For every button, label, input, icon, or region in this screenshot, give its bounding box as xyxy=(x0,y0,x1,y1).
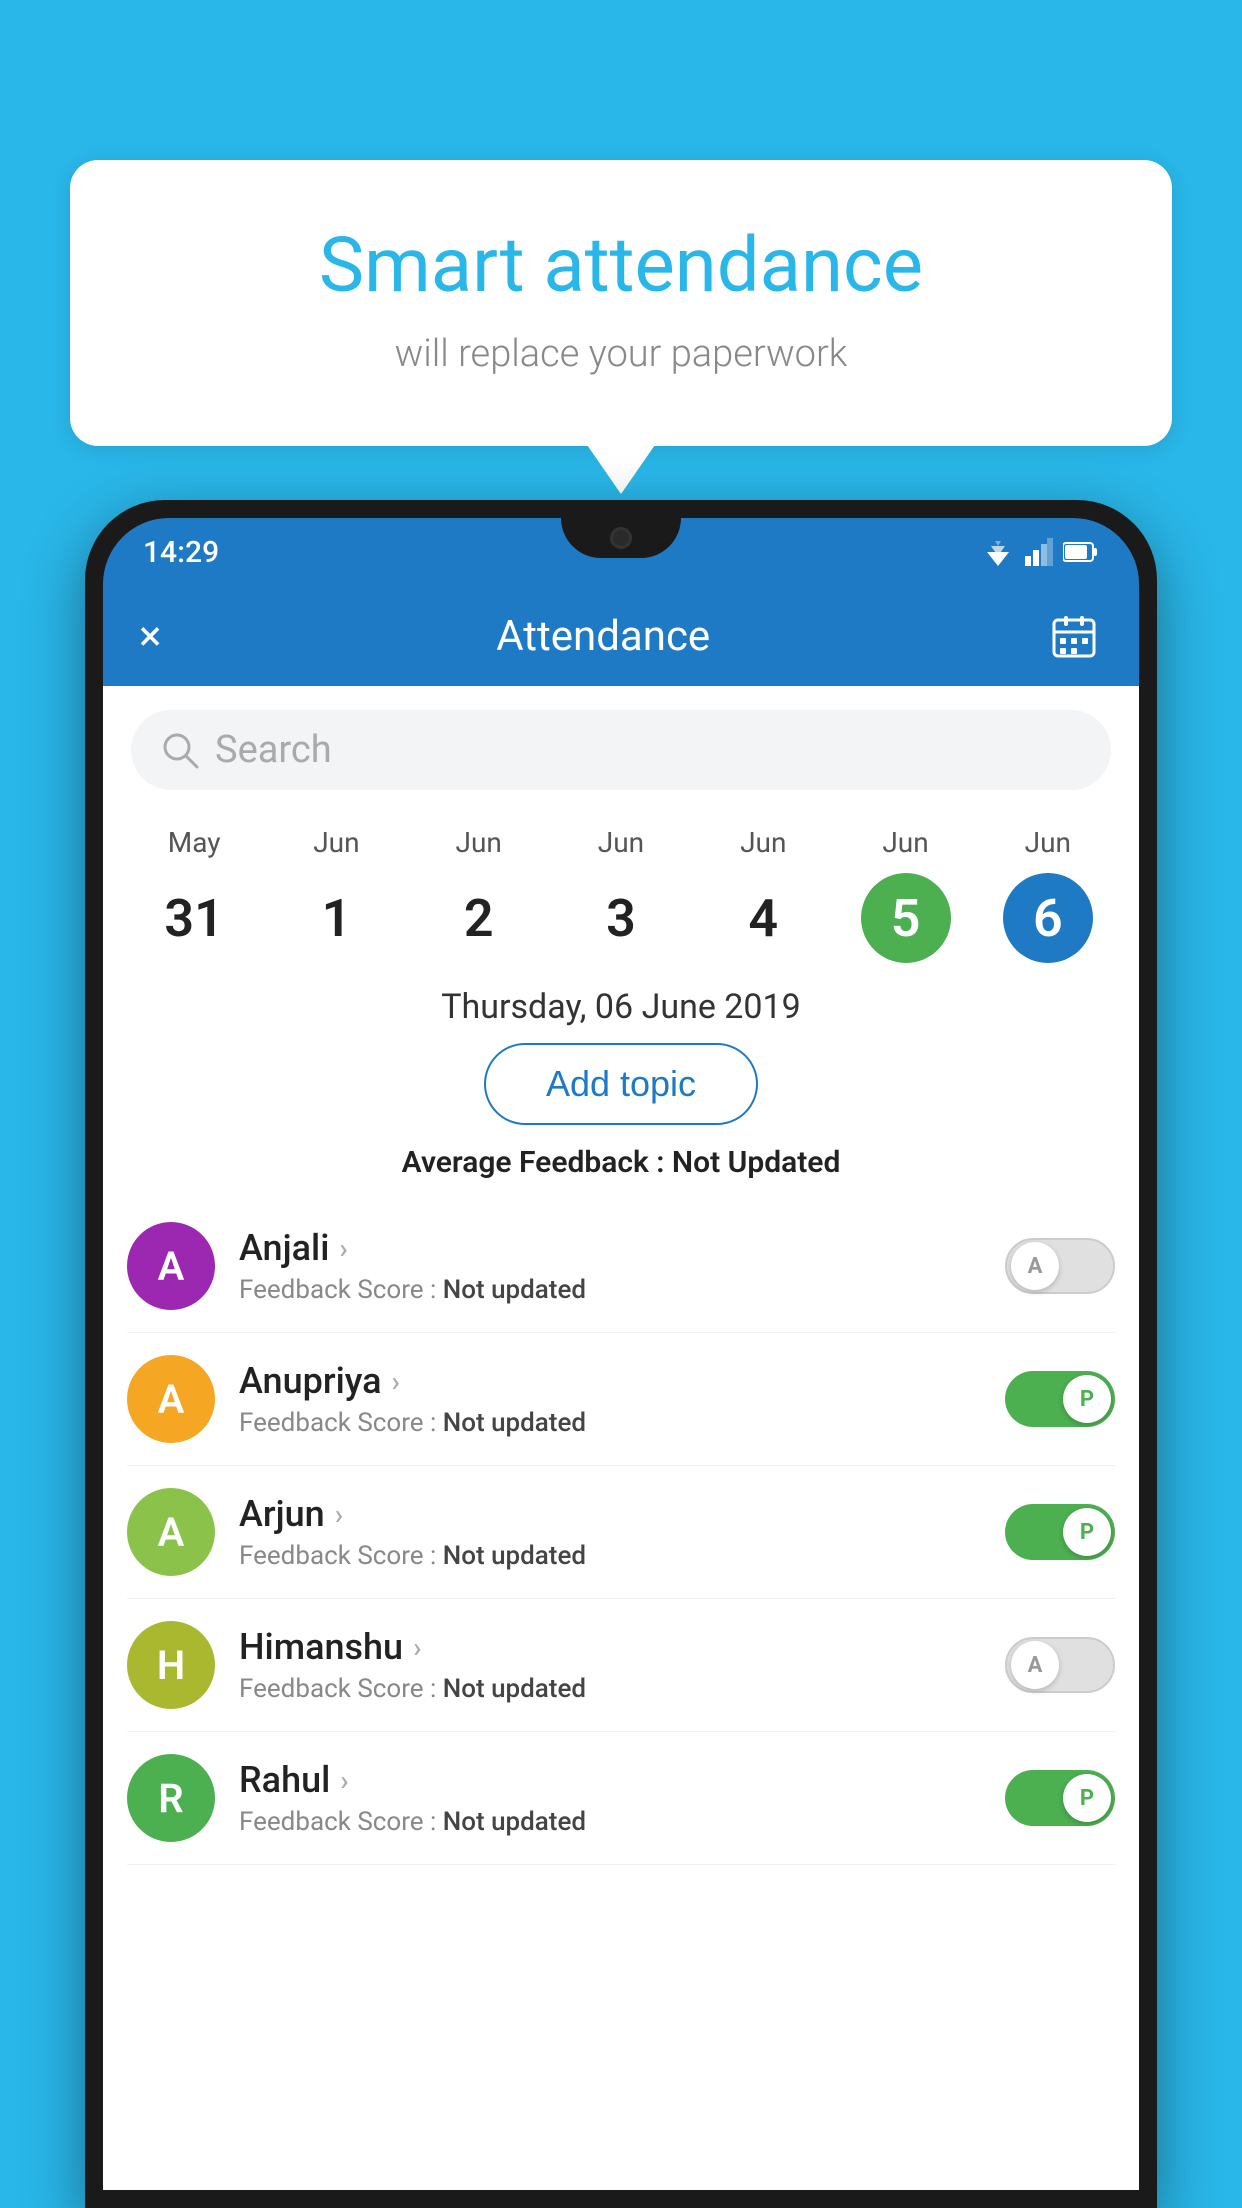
attendance-toggle[interactable]: P xyxy=(1005,1770,1115,1826)
student-feedback: Feedback Score : Not updated xyxy=(239,1408,981,1438)
bubble-subtitle: will replace your paperwork xyxy=(140,332,1102,376)
notch-camera xyxy=(610,527,632,549)
app-bar-title: Attendance xyxy=(161,612,1045,661)
student-item[interactable]: A Anupriya › Feedback Score : Not updated P xyxy=(127,1333,1115,1466)
attendance-toggle[interactable]: A xyxy=(1005,1637,1115,1693)
feedback-value: Not updated xyxy=(443,1408,586,1438)
day-number[interactable]: 4 xyxy=(718,873,808,963)
student-name: Rahul › xyxy=(239,1759,981,1801)
search-icon xyxy=(161,731,199,769)
signal-icon xyxy=(1025,538,1053,566)
student-name: Arjun › xyxy=(239,1493,981,1535)
chevron-icon: › xyxy=(392,1365,400,1398)
toggle-knob: P xyxy=(1063,1375,1111,1423)
day-number[interactable]: 6 xyxy=(1003,873,1093,963)
calendar-strip: May 31 Jun 1 Jun 2 Jun 3 Jun 4 Jun 5 Jun 6 xyxy=(103,806,1139,963)
day-number[interactable]: 3 xyxy=(576,873,666,963)
student-feedback: Feedback Score : Not updated xyxy=(239,1541,981,1571)
add-topic-button[interactable]: Add topic xyxy=(484,1043,758,1125)
speech-bubble: Smart attendance will replace your paper… xyxy=(70,160,1172,446)
calendar-day[interactable]: Jun 6 xyxy=(988,826,1108,963)
calendar-day[interactable]: Jun 4 xyxy=(703,826,823,963)
toggle-knob: A xyxy=(1011,1641,1059,1689)
notch xyxy=(561,518,681,558)
student-list: AAnjali ›Feedback Score : Not updatedAAA… xyxy=(103,1200,1139,1865)
student-info: Rahul › Feedback Score : Not updated xyxy=(239,1759,981,1837)
attendance-toggle[interactable]: A xyxy=(1005,1238,1115,1294)
toggle-knob: P xyxy=(1063,1508,1111,1556)
student-avatar: H xyxy=(127,1621,215,1709)
student-feedback: Feedback Score : Not updated xyxy=(239,1674,981,1704)
student-avatar: A xyxy=(127,1355,215,1443)
chevron-icon: › xyxy=(339,1232,347,1265)
student-feedback: Feedback Score : Not updated xyxy=(239,1807,981,1837)
avg-feedback: Average Feedback : Not Updated xyxy=(103,1145,1139,1180)
student-item[interactable]: R Rahul › Feedback Score : Not updated P xyxy=(127,1732,1115,1865)
student-item[interactable]: A Anjali › Feedback Score : Not updated A xyxy=(127,1200,1115,1333)
student-feedback: Feedback Score : Not updated xyxy=(239,1275,981,1305)
calendar-icon xyxy=(1050,612,1098,660)
calendar-day[interactable]: Jun 3 xyxy=(561,826,681,963)
avg-feedback-value: Not Updated xyxy=(672,1145,840,1180)
calendar-day[interactable]: Jun 2 xyxy=(419,826,539,963)
day-month: May xyxy=(168,826,221,859)
student-name: Himanshu › xyxy=(239,1626,981,1668)
wifi-icon xyxy=(981,538,1015,566)
student-info: Anupriya › Feedback Score : Not updated xyxy=(239,1360,981,1438)
toggle-knob: A xyxy=(1011,1242,1059,1290)
day-number[interactable]: 5 xyxy=(861,873,951,963)
speech-bubble-container: Smart attendance will replace your paper… xyxy=(70,160,1172,446)
search-input-placeholder: Search xyxy=(215,728,332,772)
day-month: Jun xyxy=(1025,826,1071,859)
feedback-value: Not updated xyxy=(443,1807,586,1837)
bubble-title: Smart attendance xyxy=(140,220,1102,310)
student-info: Arjun › Feedback Score : Not updated xyxy=(239,1493,981,1571)
status-time: 14:29 xyxy=(143,535,219,570)
selected-date-label: Thursday, 06 June 2019 xyxy=(103,987,1139,1027)
app-bar: × Attendance xyxy=(103,586,1139,686)
student-name: Anupriya › xyxy=(239,1360,981,1402)
calendar-button[interactable] xyxy=(1045,607,1103,665)
calendar-day[interactable]: Jun 1 xyxy=(276,826,396,963)
day-month: Jun xyxy=(882,826,928,859)
day-number[interactable]: 31 xyxy=(149,873,239,963)
feedback-value: Not updated xyxy=(443,1275,586,1305)
day-month: Jun xyxy=(313,826,359,859)
day-month: Jun xyxy=(456,826,502,859)
chevron-icon: › xyxy=(340,1764,348,1797)
student-name: Anjali › xyxy=(239,1227,981,1269)
feedback-value: Not updated xyxy=(443,1541,586,1571)
phone-frame: 14:29 xyxy=(85,500,1157,2208)
day-number[interactable]: 1 xyxy=(291,873,381,963)
student-info: Himanshu › Feedback Score : Not updated xyxy=(239,1626,981,1704)
search-bar[interactable]: Search xyxy=(131,710,1111,790)
student-info: Anjali › Feedback Score : Not updated xyxy=(239,1227,981,1305)
phone-inner: 14:29 xyxy=(103,518,1139,2190)
student-item[interactable]: A Arjun › Feedback Score : Not updated P xyxy=(127,1466,1115,1599)
chevron-icon: › xyxy=(413,1631,421,1664)
chevron-icon: › xyxy=(335,1498,343,1531)
student-avatar: A xyxy=(127,1488,215,1576)
student-item[interactable]: H Himanshu › Feedback Score : Not updated A xyxy=(127,1599,1115,1732)
feedback-value: Not updated xyxy=(443,1674,586,1704)
student-avatar: A xyxy=(127,1222,215,1310)
toggle-knob: P xyxy=(1063,1774,1111,1822)
calendar-day[interactable]: Jun 5 xyxy=(846,826,966,963)
avg-feedback-label: Average Feedback : xyxy=(402,1145,665,1180)
battery-icon xyxy=(1063,541,1099,563)
status-icons xyxy=(981,538,1099,566)
calendar-day[interactable]: May 31 xyxy=(134,826,254,963)
screen-content: Search May 31 Jun 1 Jun 2 Jun 3 Jun 4 Jun 5 Jun 6 Thu… xyxy=(103,686,1139,2190)
student-avatar: R xyxy=(127,1754,215,1842)
close-button[interactable]: × xyxy=(139,612,161,661)
attendance-toggle[interactable]: P xyxy=(1005,1371,1115,1427)
status-bar: 14:29 xyxy=(103,518,1139,586)
day-month: Jun xyxy=(740,826,786,859)
day-number[interactable]: 2 xyxy=(434,873,524,963)
attendance-toggle[interactable]: P xyxy=(1005,1504,1115,1560)
day-month: Jun xyxy=(598,826,644,859)
